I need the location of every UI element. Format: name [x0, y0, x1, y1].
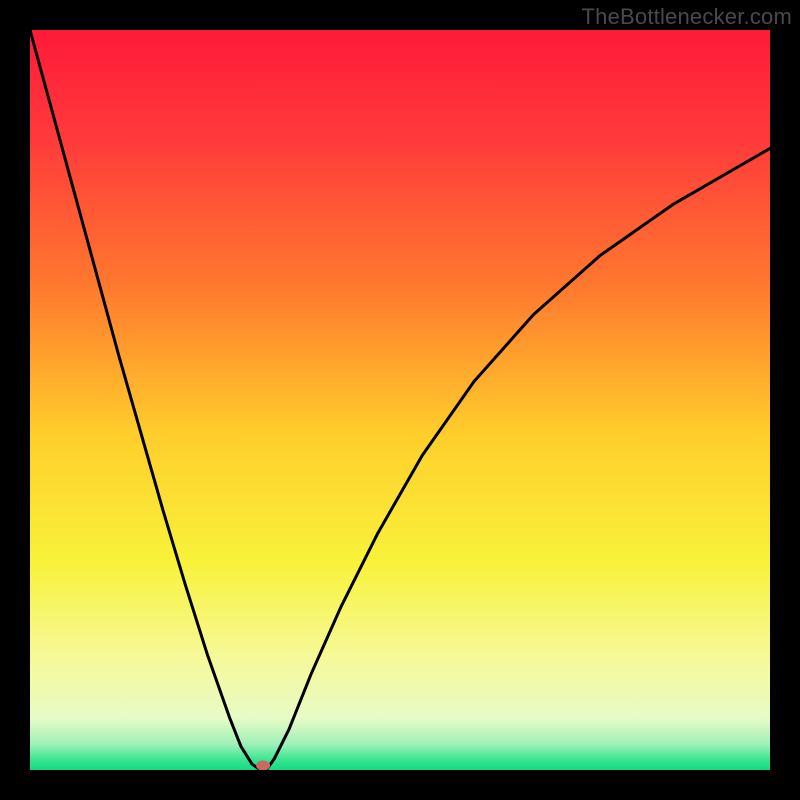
watermark-text: TheBottlenecker.com: [582, 4, 792, 30]
chart-svg: [30, 30, 770, 770]
plot-area: [30, 30, 770, 770]
gradient-background: [30, 30, 770, 770]
chart-container: TheBottlenecker.com: [0, 0, 800, 800]
